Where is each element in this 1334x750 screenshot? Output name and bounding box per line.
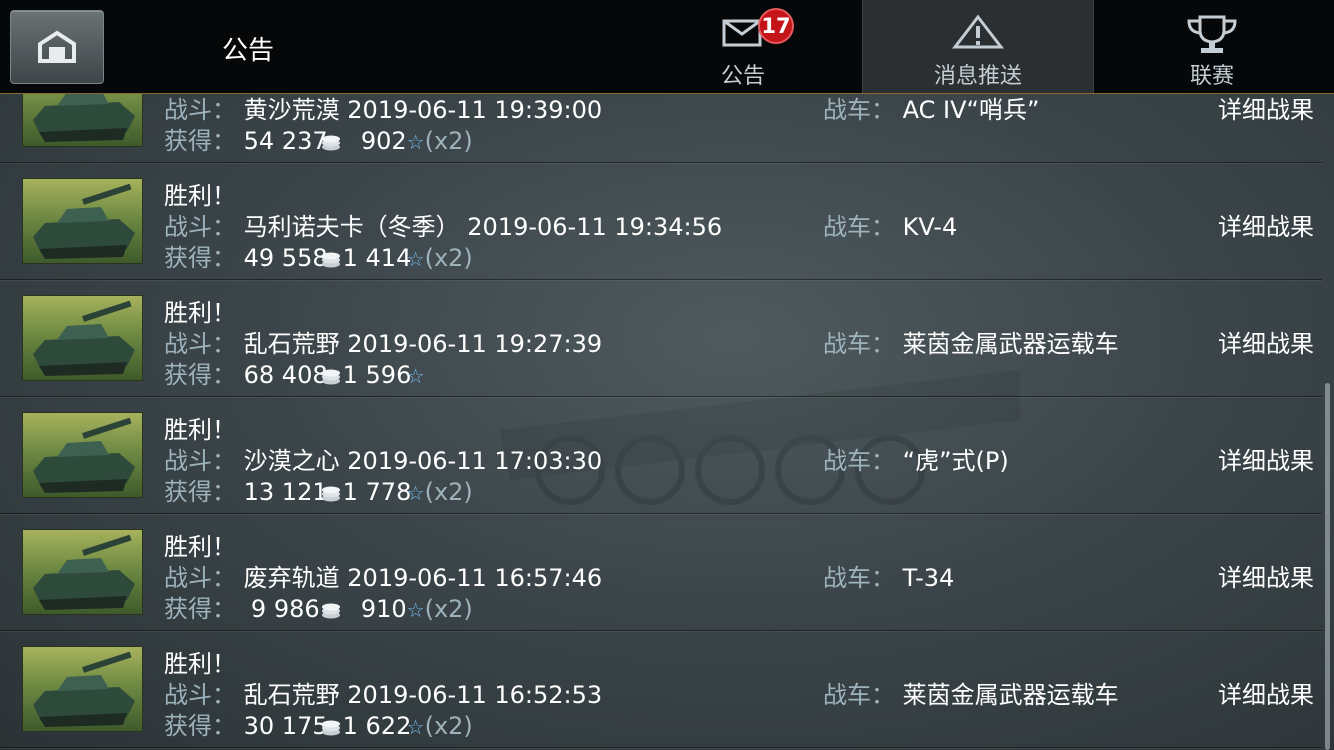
xp-value: 1 414 xyxy=(342,244,412,272)
battle-result: 胜利！ xyxy=(164,416,236,444)
credits-icon xyxy=(321,603,340,619)
battle-results-list: 战斗： 黄沙荒漠 2019-06-11 19:39:00 获得： 54 237 9… xyxy=(0,93,1334,750)
tab-label: 公告 xyxy=(720,64,765,89)
battle-result-row[interactable]: 胜利！ 战斗： 沙漠之心 2019-06-11 17:03:30 获得： 13 … xyxy=(0,397,1322,514)
tank-name: 莱茵金属武器运载车 xyxy=(902,681,1119,709)
tank-silhouette-icon xyxy=(33,93,135,142)
credits-value: 68 408 xyxy=(243,361,328,389)
tab-push-messages[interactable]: 消息推送 xyxy=(862,0,1094,93)
tank-thumbnail xyxy=(22,412,143,498)
home-button[interactable] xyxy=(10,10,104,84)
tank-silhouette-icon xyxy=(33,417,135,493)
unread-badge: 17 xyxy=(758,8,794,44)
battle-time: 2019-06-11 16:57:46 xyxy=(347,564,603,592)
warning-triangle-icon xyxy=(952,14,1004,49)
tank-name: “虎”式(P) xyxy=(902,447,1009,475)
tank-name: T-34 xyxy=(902,564,955,592)
xp-multiplier: (x2) xyxy=(424,478,473,506)
credits-icon xyxy=(321,486,340,502)
battle-map: 乱石荒野 xyxy=(243,681,340,709)
battle-map: 沙漠之心 xyxy=(243,447,340,475)
tank-thumbnail xyxy=(22,295,143,381)
scrollbar[interactable] xyxy=(1325,383,1330,750)
star-icon: ☆ xyxy=(406,715,425,739)
details-button[interactable]: 详细战果 xyxy=(1218,558,1314,593)
credits-icon xyxy=(321,369,340,385)
credits-value: 9 986 xyxy=(250,595,320,623)
battle-map: 黄沙荒漠 xyxy=(243,96,340,124)
details-button[interactable]: 详细战果 xyxy=(1218,207,1314,242)
battle-time: 2019-06-11 19:39:00 xyxy=(347,96,603,124)
battle-result-row[interactable]: 胜利！ 战斗： 马利诺夫卡（冬季） 2019-06-11 19:34:56 获得… xyxy=(0,163,1322,280)
star-icon: ☆ xyxy=(406,481,425,505)
tank-name: AC IV“哨兵” xyxy=(902,96,1040,124)
tank-name: 莱茵金属武器运载车 xyxy=(902,330,1119,358)
credits-value: 13 121 xyxy=(243,478,328,506)
tab-label: 消息推送 xyxy=(933,64,1022,89)
xp-value: 1 778 xyxy=(342,478,412,506)
battle-result: 胜利！ xyxy=(164,650,236,678)
top-bar: 公告 17 公告 消息推送 联赛 xyxy=(0,0,1334,94)
xp-multiplier: (x2) xyxy=(424,127,473,155)
tank-thumbnail xyxy=(22,529,143,615)
battle-map: 废弃轨道 xyxy=(243,564,340,592)
xp-value: 910 xyxy=(360,595,407,623)
tab-label: 联赛 xyxy=(1189,64,1234,89)
xp-multiplier: (x2) xyxy=(424,595,473,623)
tank-thumbnail xyxy=(22,646,143,732)
details-button[interactable]: 详细战果 xyxy=(1218,324,1314,359)
star-icon: ☆ xyxy=(406,130,425,154)
battle-map: 乱石荒野 xyxy=(243,330,340,358)
xp-value: 1 596 xyxy=(342,361,412,389)
battle-result-row[interactable]: 战斗： 黄沙荒漠 2019-06-11 19:39:00 获得： 54 237 9… xyxy=(0,93,1322,163)
battle-time: 2019-06-11 16:52:53 xyxy=(347,681,603,709)
garage-icon xyxy=(38,30,76,63)
details-button[interactable]: 详细战果 xyxy=(1218,675,1314,710)
battle-result-row[interactable]: 胜利！ 战斗： 乱石荒野 2019-06-11 19:27:39 获得： 68 … xyxy=(0,280,1322,397)
battle-time: 2019-06-11 19:27:39 xyxy=(347,330,603,358)
tab-announcements[interactable]: 17 公告 xyxy=(628,0,858,93)
tank-silhouette-icon xyxy=(33,651,135,727)
credits-icon xyxy=(321,135,340,151)
tank-silhouette-icon xyxy=(33,534,135,610)
tank-silhouette-icon xyxy=(33,183,135,259)
tab-league[interactable]: 联赛 xyxy=(1097,0,1327,93)
credits-icon xyxy=(321,720,340,736)
credits-value: 54 237 xyxy=(243,127,328,155)
battle-result: 胜利！ xyxy=(164,533,236,561)
battle-result: 胜利！ xyxy=(164,182,236,210)
tank-thumbnail xyxy=(22,93,143,147)
tank-thumbnail xyxy=(22,178,143,264)
battle-result: 胜利！ xyxy=(164,299,236,327)
xp-value: 902 xyxy=(360,127,407,155)
star-icon: ☆ xyxy=(406,364,425,388)
page-title: 公告 xyxy=(222,36,275,66)
credits-value: 49 558 xyxy=(243,244,328,272)
xp-multiplier: (x2) xyxy=(424,244,473,272)
xp-multiplier: (x2) xyxy=(424,712,473,740)
credits-value: 30 175 xyxy=(243,712,328,740)
xp-value: 1 622 xyxy=(342,712,412,740)
credits-icon xyxy=(321,252,340,268)
trophy-icon xyxy=(1187,15,1237,53)
battle-time: 2019-06-11 17:03:30 xyxy=(347,447,603,475)
tank-silhouette-icon xyxy=(33,300,135,376)
star-icon: ☆ xyxy=(406,598,425,622)
battle-time: 2019-06-11 19:34:56 xyxy=(467,213,723,241)
star-icon: ☆ xyxy=(406,247,425,271)
details-button[interactable]: 详细战果 xyxy=(1218,441,1314,476)
battle-result-row[interactable]: 胜利！ 战斗： 废弃轨道 2019-06-11 16:57:46 获得： 9 9… xyxy=(0,514,1322,631)
battle-result-row[interactable]: 胜利！ 战斗： 乱石荒野 2019-06-11 16:52:53 获得： 30 … xyxy=(0,631,1322,748)
tank-name: KV-4 xyxy=(902,213,958,241)
details-button[interactable]: 详细战果 xyxy=(1218,93,1314,125)
battle-map: 马利诺夫卡（冬季） xyxy=(243,213,460,241)
